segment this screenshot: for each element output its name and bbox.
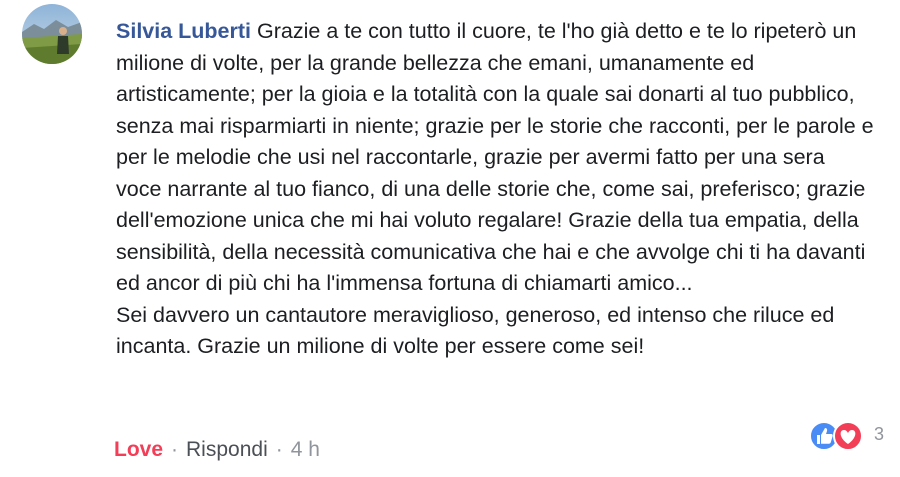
action-separator: ·	[275, 438, 283, 461]
love-reaction-button[interactable]: Love	[114, 438, 163, 461]
reactions-summary[interactable]: 3	[808, 420, 892, 452]
reaction-count: 3	[874, 424, 885, 444]
author-avatar[interactable]	[22, 4, 82, 64]
comment-body: Silvia Luberti Grazie a te con tutto il c…	[116, 16, 876, 363]
comment-actions: Love · Rispondi · 4 h	[114, 436, 320, 464]
action-separator: ·	[171, 438, 179, 461]
comment-author-name[interactable]: Silvia Luberti	[116, 19, 251, 43]
avatar-photo	[22, 4, 82, 64]
reply-button[interactable]: Rispondi	[186, 438, 268, 461]
reaction-icons	[809, 421, 863, 451]
comment-first-paragraph: Silvia Luberti Grazie a te con tutto il c…	[116, 16, 876, 300]
love-icon	[833, 421, 863, 451]
comment-timestamp[interactable]: 4 h	[291, 438, 320, 461]
comment-text-part-1: Grazie a te con tutto il cuore, te l'ho …	[116, 19, 874, 295]
comment-text-part-2: Sei davvero un cantautore meraviglioso, …	[116, 302, 835, 359]
